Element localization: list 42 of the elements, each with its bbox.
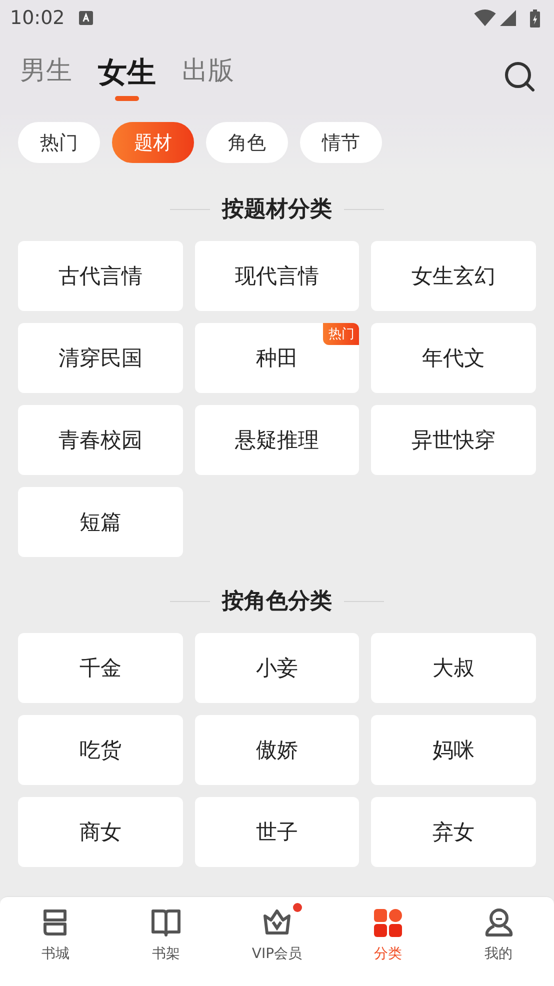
- keyboard-icon: [78, 11, 93, 25]
- category-card[interactable]: 吃货: [18, 715, 183, 785]
- category-card[interactable]: 妈咪: [371, 715, 536, 785]
- category-card[interactable]: 千金: [18, 633, 183, 703]
- category-chip[interactable]: 角色: [206, 122, 288, 163]
- category-card[interactable]: 青春校园: [18, 405, 183, 475]
- grid-icon: [372, 907, 404, 939]
- category-card[interactable]: 短篇: [18, 487, 183, 557]
- nav-tab[interactable]: 我的: [443, 897, 554, 986]
- signal-icon: [500, 10, 516, 26]
- gender-tab[interactable]: 男生: [20, 52, 72, 102]
- category-card[interactable]: 世子: [194, 797, 360, 867]
- category-card[interactable]: 弃女: [371, 797, 536, 867]
- category-card[interactable]: 种田 热门: [194, 323, 360, 393]
- section-title: 按题材分类: [222, 196, 332, 224]
- section-title: 按角色分类: [222, 588, 332, 616]
- category-card[interactable]: 女生玄幻: [371, 241, 536, 311]
- category-card[interactable]: 现代言情: [194, 241, 360, 311]
- category-card[interactable]: 傲娇: [194, 715, 360, 785]
- wifi-icon: [474, 9, 496, 27]
- book-icon: [150, 907, 182, 939]
- user-icon: [482, 907, 515, 939]
- nav-tab[interactable]: 书架: [110, 897, 222, 986]
- nav-tab[interactable]: 书城: [0, 897, 111, 986]
- nav-tab[interactable]: VIP会员: [222, 897, 332, 986]
- category-card[interactable]: 小妾: [194, 633, 360, 703]
- gender-tab[interactable]: 出版: [182, 52, 234, 102]
- category-card[interactable]: 商女: [18, 797, 183, 867]
- status-time: 10:02: [10, 7, 65, 29]
- category-card[interactable]: 清穿民国: [18, 323, 183, 393]
- battery-icon: [530, 8, 540, 28]
- category-chip[interactable]: 情节: [300, 122, 382, 163]
- hot-badge: 热门: [323, 323, 360, 345]
- category-card[interactable]: 悬疑推理: [194, 405, 360, 475]
- category-chip[interactable]: 热门: [18, 122, 100, 163]
- gender-tab[interactable]: 女生: [98, 50, 156, 104]
- nav-tab[interactable]: 分类: [332, 897, 444, 986]
- category-card[interactable]: 异世快穿: [371, 405, 536, 475]
- category-card[interactable]: 古代言情: [18, 241, 183, 311]
- search-icon[interactable]: [504, 61, 536, 93]
- category-card[interactable]: 大叔: [371, 633, 536, 703]
- category-card[interactable]: 年代文: [371, 323, 536, 393]
